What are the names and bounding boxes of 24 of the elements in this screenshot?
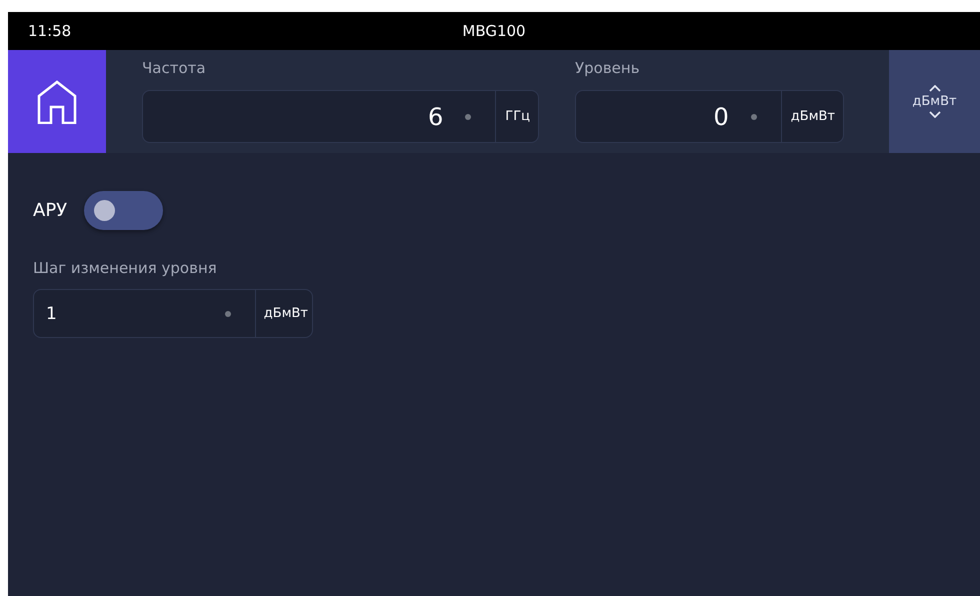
unit-label: дБмВт bbox=[254, 290, 312, 337]
clock-time: 11:58 bbox=[27, 22, 72, 40]
field-label: Шаг изменения уровня bbox=[33, 259, 217, 277]
field-value: 6 bbox=[427, 102, 444, 130]
unit-switch-button[interactable]: дБмВт bbox=[889, 50, 980, 153]
field-value: 0 bbox=[712, 102, 730, 130]
device-title: MBG100 bbox=[462, 22, 526, 40]
chevron-down-icon bbox=[928, 111, 940, 118]
agc-toggle[interactable] bbox=[84, 191, 164, 230]
field-value: 1 bbox=[45, 304, 58, 324]
agc-label: АРУ bbox=[33, 200, 68, 221]
field-label: Уровень bbox=[575, 59, 641, 79]
value-field[interactable]: 6 ГГц bbox=[142, 90, 539, 143]
dot-icon bbox=[224, 310, 231, 316]
field-label: Частота bbox=[142, 59, 207, 79]
dot-icon bbox=[750, 114, 757, 120]
home-icon bbox=[37, 80, 77, 124]
step-field[interactable]: 1 дБмВт bbox=[33, 289, 313, 338]
unit-label: дБмВт bbox=[780, 91, 843, 142]
value-field[interactable]: 0 дБмВт bbox=[575, 90, 844, 143]
unit-label: ГГц bbox=[495, 91, 538, 142]
chevron-up-icon bbox=[928, 85, 940, 92]
home-button[interactable] bbox=[8, 50, 106, 153]
dot-icon bbox=[465, 114, 472, 120]
